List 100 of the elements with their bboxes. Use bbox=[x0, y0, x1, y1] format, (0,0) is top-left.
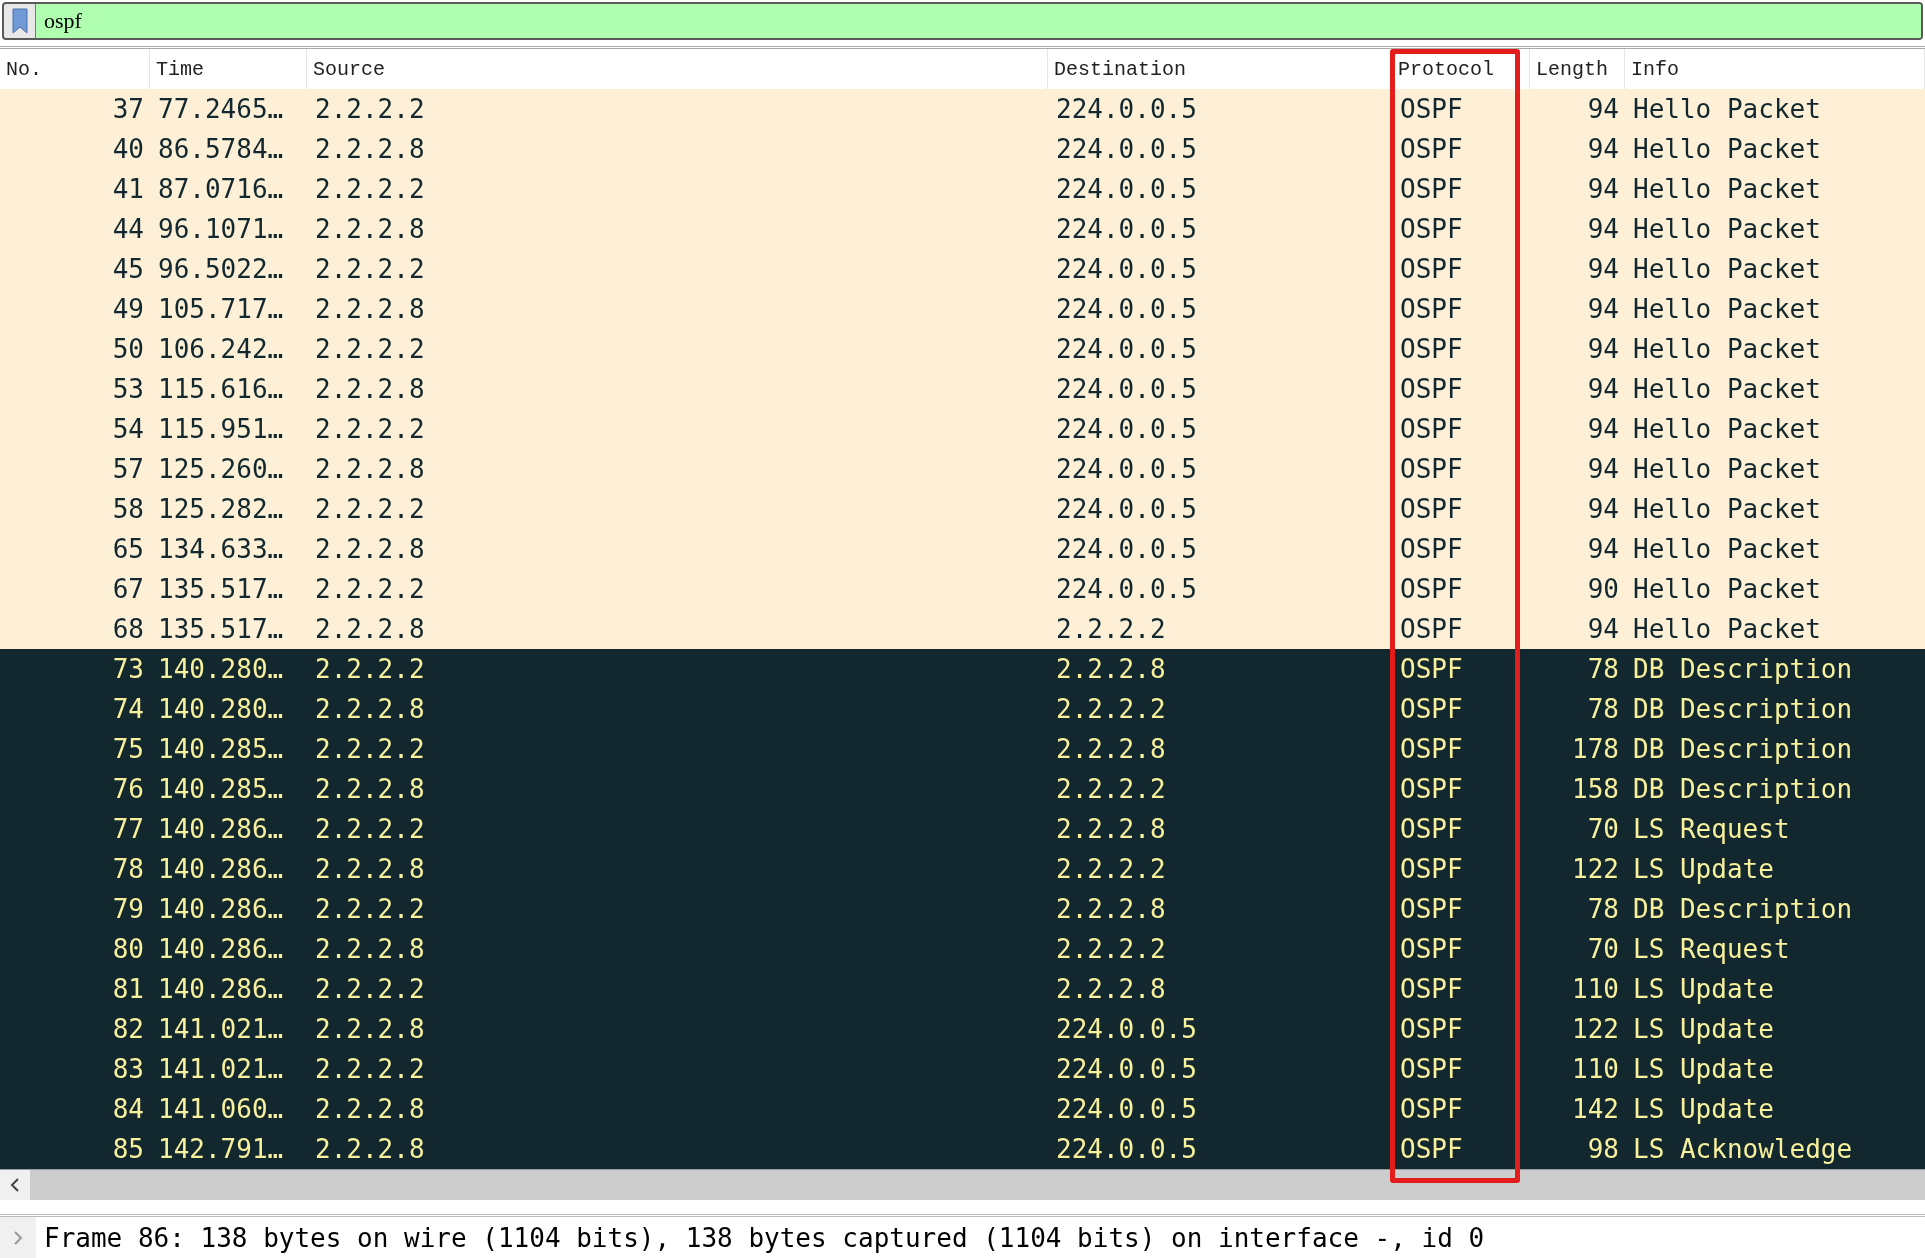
table-cell-text: 2.2.2.2 bbox=[314, 733, 426, 766]
packet-row[interactable]: 54 115.951… 2.2.2.2 224.0.0.5 OSPF 94 Hello Packet bbox=[0, 409, 1925, 449]
table-cell-text: 98 bbox=[1586, 1133, 1620, 1166]
packet-row[interactable]: 74 140.280… 2.2.2.8 2.2.2.2 OSPF 78 DB Description bbox=[0, 689, 1925, 729]
table-cell-text: 74 bbox=[111, 693, 145, 726]
table-cell-text: 110 bbox=[1571, 1053, 1620, 1086]
table-cell-text: 141.021… bbox=[157, 1053, 285, 1086]
table-cell-text: 2.2.2.8 bbox=[1055, 733, 1167, 766]
table-cell-text: 94 bbox=[1586, 173, 1620, 206]
table-cell-text: 41 bbox=[111, 173, 145, 206]
filter-input-field[interactable]: ospf bbox=[36, 4, 1921, 38]
packet-row[interactable]: 67 135.517… 2.2.2.2 224.0.0.5 OSPF 90 Hello Packet bbox=[0, 569, 1925, 609]
packet-row[interactable]: 84 141.060… 2.2.2.8 224.0.0.5 OSPF 142 LS Update bbox=[0, 1089, 1925, 1129]
table-cell-text: Hello Packet bbox=[1632, 213, 1822, 246]
table-cell-text: DB Description bbox=[1632, 653, 1854, 686]
table-cell-text: 77 bbox=[111, 813, 145, 846]
table-cell-text: OSPF bbox=[1399, 213, 1464, 246]
table-cell-text: 224.0.0.5 bbox=[1055, 93, 1198, 126]
table-cell-text: 105.717… bbox=[157, 293, 285, 326]
table-cell-text: Hello Packet bbox=[1632, 93, 1822, 126]
table-cell-text: Hello Packet bbox=[1632, 373, 1822, 406]
table-cell-text: 2.2.2.8 bbox=[314, 293, 426, 326]
table-cell-text: 122 bbox=[1571, 1013, 1620, 1046]
packet-row[interactable]: 85 142.791… 2.2.2.8 224.0.0.5 OSPF 98 LS Acknowledge bbox=[0, 1129, 1925, 1169]
table-cell-text: 2.2.2.2 bbox=[314, 893, 426, 926]
table-cell-text: 2.2.2.2 bbox=[314, 1053, 426, 1086]
table-cell-text: LS Update bbox=[1632, 1053, 1775, 1086]
packet-row[interactable]: 53 115.616… 2.2.2.8 224.0.0.5 OSPF 94 Hello Packet bbox=[0, 369, 1925, 409]
table-cell-text: 224.0.0.5 bbox=[1055, 1053, 1198, 1086]
packet-row[interactable]: 49 105.717… 2.2.2.8 224.0.0.5 OSPF 94 Hello Packet bbox=[0, 289, 1925, 329]
packet-row[interactable]: 65 134.633… 2.2.2.8 224.0.0.5 OSPF 94 Hello Packet bbox=[0, 529, 1925, 569]
table-cell-text: 224.0.0.5 bbox=[1055, 413, 1198, 446]
table-cell-text: Hello Packet bbox=[1632, 573, 1822, 606]
table-cell-text: OSPF bbox=[1399, 1053, 1464, 1086]
packet-row[interactable]: 41 87.0716… 2.2.2.2 224.0.0.5 OSPF 94 Hello Packet bbox=[0, 169, 1925, 209]
table-cell-text: LS Request bbox=[1632, 813, 1791, 846]
table-cell-text: 73 bbox=[111, 653, 145, 686]
table-cell-text: 125.282… bbox=[157, 493, 285, 526]
packet-row[interactable]: 45 96.5022… 2.2.2.2 224.0.0.5 OSPF 94 Hello Packet bbox=[0, 249, 1925, 289]
table-cell-text: 65 bbox=[111, 533, 145, 566]
table-cell-text: 142 bbox=[1571, 1093, 1620, 1126]
table-cell-text: 94 bbox=[1586, 93, 1620, 126]
bookmark-icon bbox=[11, 8, 28, 34]
table-cell-text: 106.242… bbox=[157, 333, 285, 366]
packet-row[interactable]: 57 125.260… 2.2.2.8 224.0.0.5 OSPF 94 Hello Packet bbox=[0, 449, 1925, 489]
table-cell-text: 84 bbox=[111, 1093, 145, 1126]
table-cell-text: 37 bbox=[111, 93, 145, 126]
table-cell-text: Hello Packet bbox=[1632, 333, 1822, 366]
packet-row[interactable]: 78 140.286… 2.2.2.8 2.2.2.2 OSPF 122 LS Update bbox=[0, 849, 1925, 889]
packet-row[interactable]: 58 125.282… 2.2.2.2 224.0.0.5 OSPF 94 Hello Packet bbox=[0, 489, 1925, 529]
table-cell-text: 54 bbox=[111, 413, 145, 446]
table-cell-text: 141.060… bbox=[157, 1093, 285, 1126]
table-cell-text: 2.2.2.8 bbox=[1055, 973, 1167, 1006]
packet-row[interactable]: 50 106.242… 2.2.2.2 224.0.0.5 OSPF 94 Hello Packet bbox=[0, 329, 1925, 369]
packet-row[interactable]: 37 77.2465… 2.2.2.2 224.0.0.5 OSPF 94 Hello Packet bbox=[0, 89, 1925, 129]
packet-row[interactable]: 44 96.1071… 2.2.2.8 224.0.0.5 OSPF 94 Hello Packet bbox=[0, 209, 1925, 249]
table-cell-text: LS Acknowledge bbox=[1632, 1133, 1854, 1166]
packet-row[interactable]: 81 140.286… 2.2.2.2 2.2.2.8 OSPF 110 LS Update bbox=[0, 969, 1925, 1009]
table-cell-text: 140.285… bbox=[157, 773, 285, 806]
table-cell-text: OSPF bbox=[1399, 413, 1464, 446]
table-cell-text: 53 bbox=[111, 373, 145, 406]
table-cell-text: 94 bbox=[1586, 493, 1620, 526]
table-cell-text: OSPF bbox=[1399, 573, 1464, 606]
table-cell-text: 78 bbox=[111, 853, 145, 886]
table-cell-text: 2.2.2.2 bbox=[1055, 773, 1167, 806]
table-cell-text: 44 bbox=[111, 213, 145, 246]
table-cell-text: 2.2.2.8 bbox=[314, 693, 426, 726]
table-cell-text: OSPF bbox=[1399, 653, 1464, 686]
packet-row[interactable]: 77 140.286… 2.2.2.2 2.2.2.8 OSPF 70 LS Request bbox=[0, 809, 1925, 849]
table-cell-text: 45 bbox=[111, 253, 145, 286]
table-cell-text: OSPF bbox=[1399, 853, 1464, 886]
packet-row[interactable]: 82 141.021… 2.2.2.8 224.0.0.5 OSPF 122 LS Update bbox=[0, 1009, 1925, 1049]
packet-row[interactable]: 83 141.021… 2.2.2.2 224.0.0.5 OSPF 110 LS Update bbox=[0, 1049, 1925, 1089]
packet-row[interactable]: 80 140.286… 2.2.2.8 2.2.2.2 OSPF 70 LS Request bbox=[0, 929, 1925, 969]
horizontal-scrollbar[interactable] bbox=[0, 1169, 1925, 1200]
table-cell-text: 94 bbox=[1586, 533, 1620, 566]
packet-row[interactable]: 76 140.285… 2.2.2.8 2.2.2.2 OSPF 158 DB Description bbox=[0, 769, 1925, 809]
table-cell-text: 2.2.2.8 bbox=[314, 133, 426, 166]
packet-row[interactable]: 68 135.517… 2.2.2.8 2.2.2.2 OSPF 94 Hello Packet bbox=[0, 609, 1925, 649]
table-cell-text: 80 bbox=[111, 933, 145, 966]
packet-row[interactable]: 79 140.286… 2.2.2.2 2.2.2.8 OSPF 78 DB Description bbox=[0, 889, 1925, 929]
table-cell-text: 2.2.2.2 bbox=[314, 253, 426, 286]
packet-row[interactable]: 73 140.280… 2.2.2.2 2.2.2.8 OSPF 78 DB Description bbox=[0, 649, 1925, 689]
table-cell-text: 2.2.2.8 bbox=[314, 213, 426, 246]
table-cell-text: 135.517… bbox=[157, 613, 285, 646]
table-cell-text: 85 bbox=[111, 1133, 145, 1166]
table-cell-text: 2.2.2.8 bbox=[314, 1133, 426, 1166]
table-cell-text: 224.0.0.5 bbox=[1055, 533, 1198, 566]
table-cell-text: OSPF bbox=[1399, 253, 1464, 286]
packet-row[interactable]: 75 140.285… 2.2.2.2 2.2.2.8 OSPF 178 DB Description bbox=[0, 729, 1925, 769]
table-cell-text: Hello Packet bbox=[1632, 493, 1822, 526]
packet-row[interactable]: 40 86.5784… 2.2.2.8 224.0.0.5 OSPF 94 Hello Packet bbox=[0, 129, 1925, 169]
table-cell-text: 77.2465… bbox=[157, 93, 285, 126]
scroll-left-button[interactable] bbox=[0, 1170, 30, 1200]
table-cell-text: 178 bbox=[1571, 733, 1620, 766]
table-cell-text: 67 bbox=[111, 573, 145, 606]
table-cell-text: 2.2.2.8 bbox=[314, 373, 426, 406]
table-cell-text: Hello Packet bbox=[1632, 133, 1822, 166]
table-cell-text: 94 bbox=[1586, 373, 1620, 406]
table-cell-text: 224.0.0.5 bbox=[1055, 213, 1198, 246]
